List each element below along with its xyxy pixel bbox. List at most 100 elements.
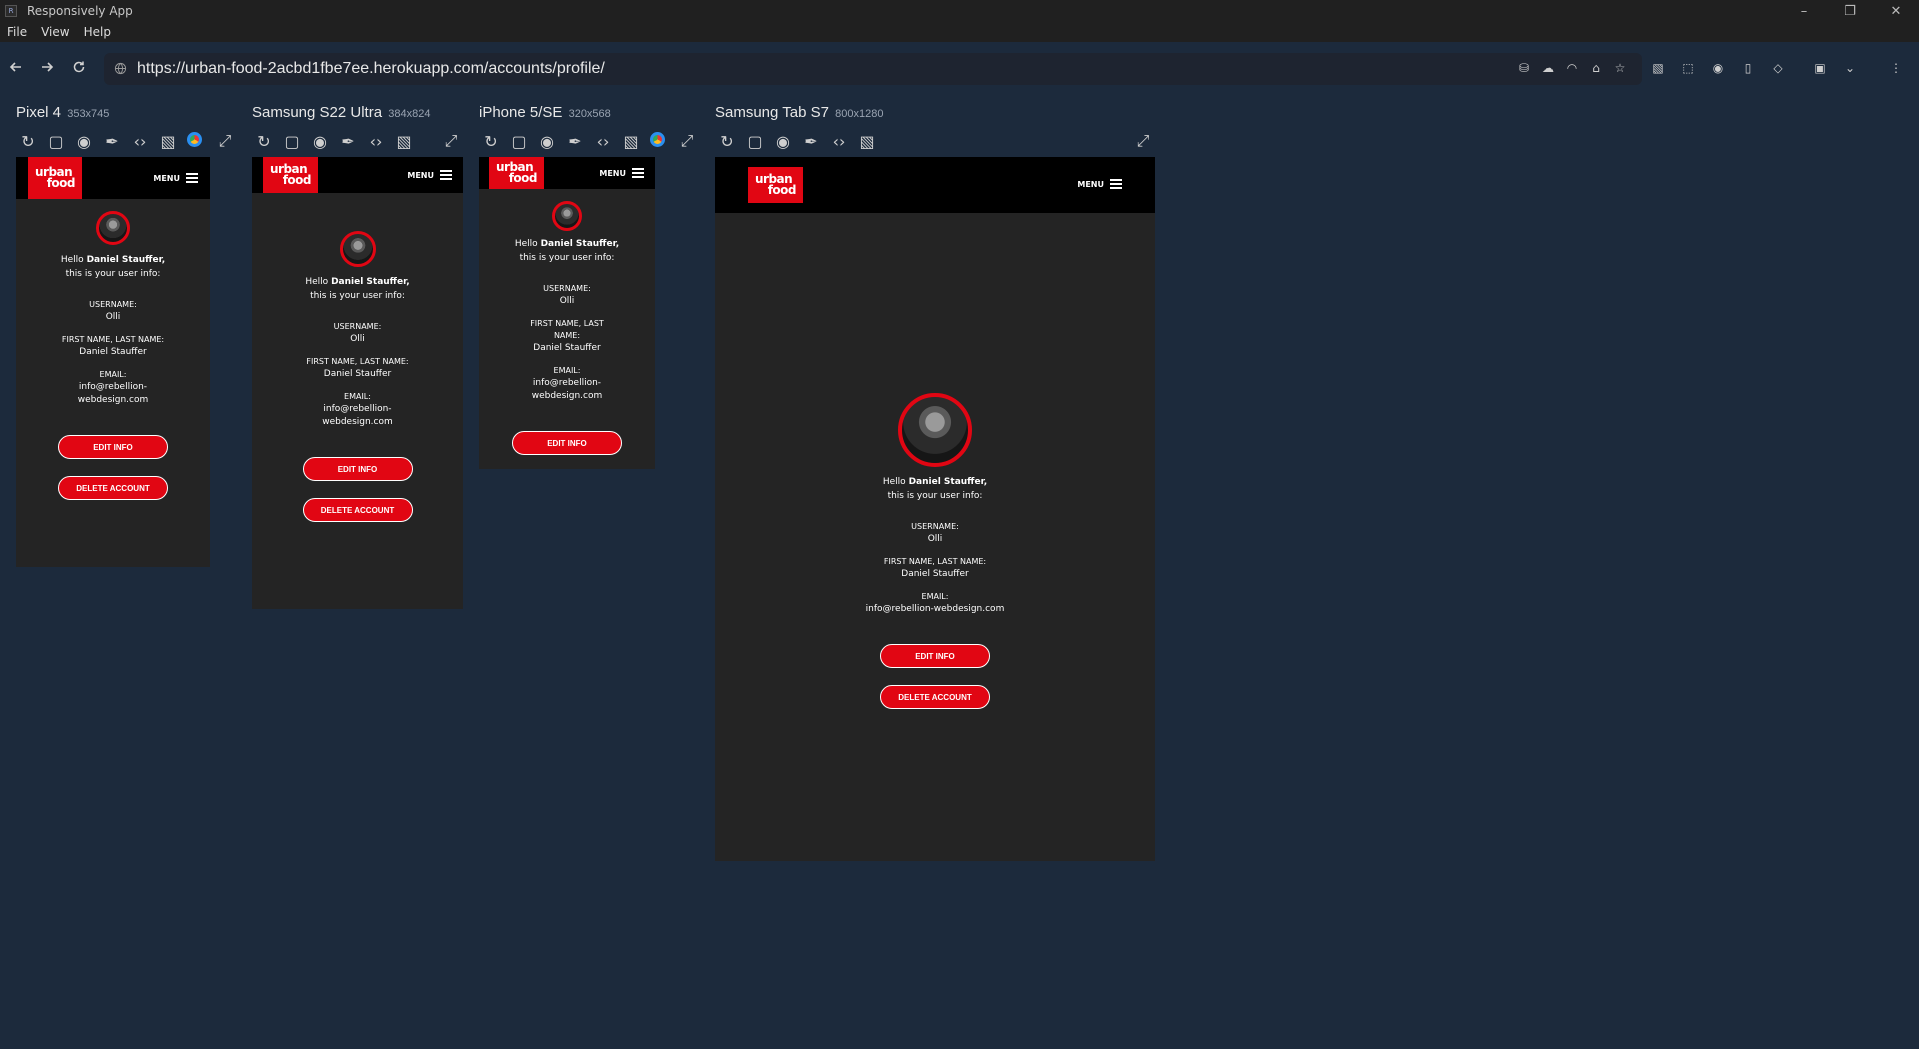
screenshot-camera-icon[interactable]: ◉ — [1710, 59, 1726, 77]
urban-food-logo[interactable]: urban food — [748, 167, 803, 203]
forward-arrow-icon[interactable] — [34, 54, 60, 80]
device-toolbar: ↻ ▢ ◉ ✒ ‹› ▧ — [19, 132, 202, 151]
avatar — [552, 201, 582, 231]
greeting: Hello Daniel Stauffer, this is your user … — [60, 255, 166, 279]
name-label: FIRST NAME, LAST NAME: — [306, 357, 409, 366]
urban-food-logo[interactable]: urban food — [263, 157, 318, 193]
site-header: urban food MENU — [479, 157, 655, 189]
rotate-icon[interactable]: ▧ — [622, 132, 640, 151]
camera-icon[interactable]: ◉ — [774, 132, 792, 151]
eyedropper-icon[interactable]: ✒ — [802, 132, 820, 151]
full-page-screenshot-icon[interactable]: ▢ — [510, 132, 528, 151]
device-screen-samsung-s22-ultra: urban food MENU Hello Daniel Stauffer, thi… — [252, 157, 463, 609]
delete-account-button[interactable]: DELETE ACCOUNT — [302, 498, 413, 522]
network-icon[interactable]: ◠ — [1564, 59, 1580, 77]
rotate-icon[interactable]: ▧ — [395, 132, 413, 151]
menu-view[interactable]: View — [41, 25, 69, 39]
username-label: USERNAME: — [543, 284, 591, 293]
chevron-down-icon[interactable]: ⌄ — [1842, 59, 1858, 77]
urban-food-logo[interactable]: urban food — [489, 157, 544, 189]
home-icon[interactable]: ⌂ — [1588, 59, 1604, 77]
full-page-screenshot-icon[interactable]: ▢ — [47, 132, 65, 151]
device-screen-samsung-tab-s7: urban food MENU Hello Daniel Stauffer, thi… — [715, 157, 1155, 861]
edit-info-button[interactable]: EDIT INFO — [880, 644, 990, 668]
restore-icon[interactable]: ❐ — [1827, 0, 1873, 22]
name-value: Daniel Stauffer — [901, 569, 969, 579]
clear-storage-icon[interactable]: ⛁ — [1516, 59, 1532, 77]
email-label: EMAIL: — [553, 366, 581, 375]
device-name: Pixel 4 353x745 — [16, 104, 110, 121]
camera-icon[interactable]: ◉ — [75, 132, 93, 151]
menu-bar: File View Help — [0, 22, 1919, 42]
email-value: info@rebellion-webdesign.com — [865, 604, 1005, 614]
email-value: info@rebellion-webdesign.com — [77, 382, 149, 405]
layers-icon[interactable]: ◇ — [1770, 59, 1786, 77]
edit-info-button[interactable]: EDIT INFO — [302, 457, 413, 481]
title-bar: R Responsively App – ❐ ✕ — [0, 0, 1919, 22]
code-icon[interactable]: ‹› — [594, 132, 612, 151]
reload-icon[interactable]: ↻ — [482, 132, 500, 151]
camera-icon[interactable]: ◉ — [311, 132, 329, 151]
code-icon[interactable]: ‹› — [131, 132, 149, 151]
fullscreen-icon[interactable]: ⤢ — [678, 131, 696, 150]
eyedropper-icon[interactable]: ✒ — [566, 132, 584, 151]
menu-button[interactable]: MENU — [1077, 179, 1122, 189]
urban-food-logo[interactable]: urban food — [28, 157, 82, 199]
menu-help[interactable]: Help — [84, 25, 111, 39]
close-icon[interactable]: ✕ — [1873, 0, 1919, 22]
toolbar-right-actions: ▧ ⬚ ◉ ▯ ◇ ▣ ⌄ ⋮ — [1650, 59, 1904, 77]
reload-icon[interactable]: ↻ — [19, 132, 37, 151]
rotate-icon[interactable]: ▧ — [159, 132, 177, 151]
edit-info-button[interactable]: EDIT INFO — [512, 431, 622, 455]
code-icon[interactable]: ‹› — [367, 132, 385, 151]
bookmark-star-icon[interactable]: ☆ — [1612, 59, 1628, 77]
reload-icon[interactable] — [66, 54, 92, 80]
eyedropper-icon[interactable]: ✒ — [339, 132, 357, 151]
menu-file[interactable]: File — [7, 25, 27, 39]
profile-content: Hello Daniel Stauffer, this is your user … — [16, 211, 210, 500]
rotate-icon[interactable]: ▧ — [858, 132, 876, 151]
address-bar[interactable]: https://urban-food-2acbd1fbe7ee.herokuap… — [104, 53, 1642, 85]
camera-icon[interactable]: ◉ — [538, 132, 556, 151]
clear-cache-icon[interactable]: ☁ — [1540, 59, 1556, 77]
fullscreen-icon[interactable]: ⤢ — [442, 131, 460, 150]
hamburger-icon — [1110, 179, 1122, 189]
device-toolbar: ↻ ▢ ◉ ✒ ‹› ▧ — [718, 132, 876, 151]
reload-icon[interactable]: ↻ — [255, 132, 273, 151]
inspect-element-icon[interactable]: ⬚ — [1680, 59, 1696, 77]
more-options-icon[interactable]: ⋮ — [1888, 59, 1904, 77]
eyedropper-icon[interactable]: ✒ — [103, 132, 121, 151]
chrome-icon[interactable] — [187, 132, 202, 147]
device-screen-iphone-5-se: urban food MENU Hello Daniel Stauffer, thi… — [479, 157, 655, 469]
device-screen-pixel-4: urban food MENU Hello Daniel Stauffer, thi… — [16, 157, 210, 567]
fullscreen-icon[interactable]: ⤢ — [1134, 131, 1152, 150]
document-icon[interactable]: ▯ — [1740, 59, 1756, 77]
greeting: Hello Daniel Stauffer, this is your user … — [305, 277, 410, 301]
back-arrow-icon[interactable] — [3, 54, 29, 80]
url-text[interactable]: https://urban-food-2acbd1fbe7ee.herokuap… — [137, 60, 605, 78]
code-icon[interactable]: ‹› — [830, 132, 848, 151]
preview-layout-icon[interactable]: ▣ — [1812, 59, 1828, 77]
chrome-icon[interactable] — [650, 132, 665, 147]
avatar — [898, 393, 972, 467]
greeting: Hello Daniel Stauffer, this is your user … — [514, 239, 620, 263]
globe-icon — [114, 60, 127, 79]
reload-icon[interactable]: ↻ — [718, 132, 736, 151]
name-value: Daniel Stauffer — [533, 343, 601, 353]
device-toolbar: ↻ ▢ ◉ ✒ ‹› ▧ — [482, 132, 665, 151]
minimize-icon[interactable]: – — [1781, 0, 1827, 22]
name-value: Daniel Stauffer — [323, 369, 392, 379]
menu-button[interactable]: MENU — [407, 170, 452, 180]
delete-account-button[interactable]: DELETE ACCOUNT — [880, 685, 990, 709]
full-page-screenshot-icon[interactable]: ▢ — [746, 132, 764, 151]
rotate-devices-icon[interactable]: ▧ — [1650, 59, 1666, 77]
menu-button[interactable]: MENU — [153, 173, 198, 183]
menu-button[interactable]: MENU — [599, 168, 644, 178]
full-page-screenshot-icon[interactable]: ▢ — [283, 132, 301, 151]
edit-info-button[interactable]: EDIT INFO — [58, 435, 168, 459]
email-value: info@rebellion-webdesign.com — [531, 378, 603, 401]
avatar — [96, 211, 130, 245]
profile-content: Hello Daniel Stauffer, this is your user … — [715, 393, 1155, 709]
fullscreen-icon[interactable]: ⤢ — [216, 131, 234, 150]
delete-account-button[interactable]: DELETE ACCOUNT — [58, 476, 168, 500]
